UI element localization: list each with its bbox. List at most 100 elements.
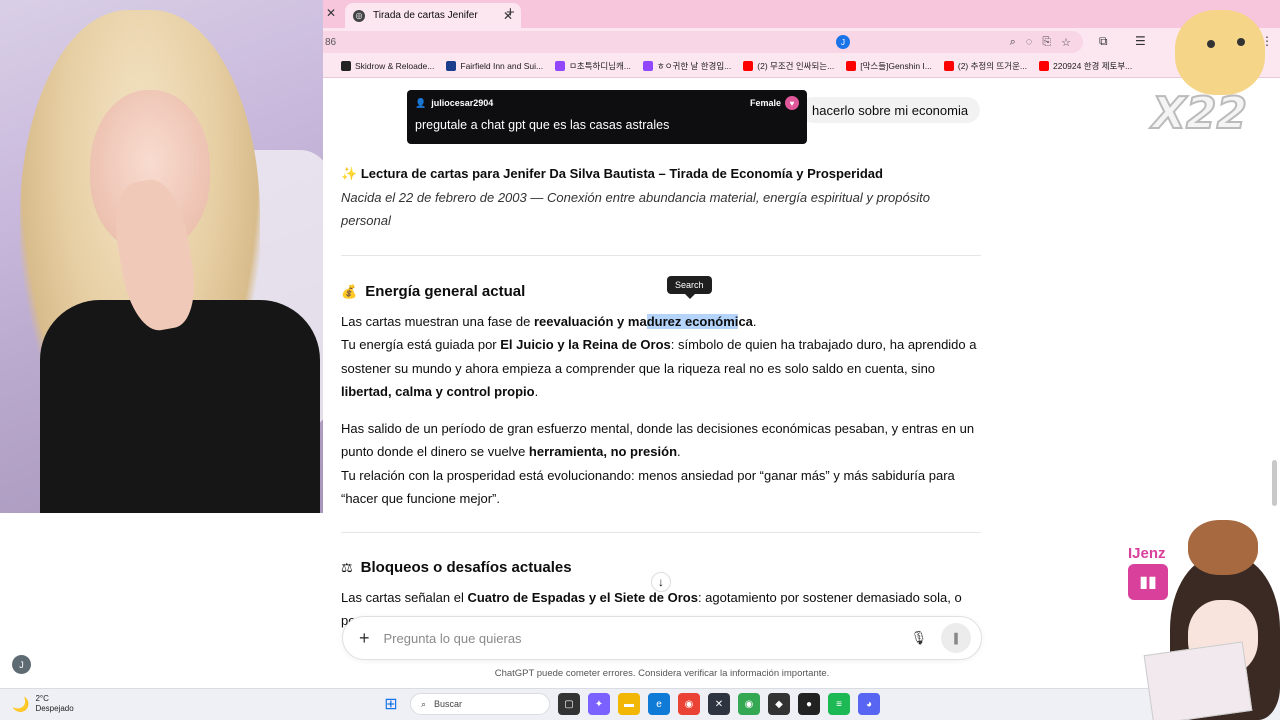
reading-subtitle: Nacida el 22 de febrero de 2003 — Conexi… [341, 189, 930, 229]
divider [341, 255, 981, 256]
bookmark-favicon-icon [743, 61, 754, 71]
weather-temp: 2°C [35, 694, 49, 703]
bookmark-favicon-icon [1038, 61, 1049, 71]
twitch-chat-overlay: 👤 juliocesar2904 Female ♥ pregutale a ch… [407, 90, 807, 144]
weather-widget[interactable]: 🌙 2°C Despejado [12, 694, 74, 714]
terminal-icon[interactable]: ✕ [708, 693, 730, 715]
bookmark-label: (2) 무조건 인싸되는... [757, 61, 835, 71]
url-text: 86 [325, 36, 337, 48]
section-energia: 💰 Energía general actual Las cartas muest… [341, 280, 981, 511]
bookmark-label: ㅎㅇ귀한 날 한경입... [656, 61, 732, 71]
section-heading: Energía general actual [365, 283, 526, 300]
bookmark-favicon-icon [341, 61, 351, 71]
address-bar: 86 ⌕ ◌ ⎘ ☆ ⧉ ☰ ⋮ [323, 28, 1280, 55]
disclaimer: ChatGPT puede cometer errores. Considera… [494, 668, 830, 679]
bookmark-item[interactable]: (2) 무조건 인싸되는... [743, 60, 834, 72]
weather-condition: Despejado [35, 704, 74, 713]
bookmark-label: ㅁ초특하디님캐... [569, 61, 631, 71]
mascot-eye [1207, 40, 1215, 48]
selected-text[interactable]: durez económi [646, 313, 739, 329]
obs-icon[interactable]: ● [798, 693, 820, 715]
eye-off-icon[interactable]: ◌ [1026, 36, 1033, 49]
zoom-icon[interactable]: ⌕ [1010, 36, 1016, 49]
bookmark-item[interactable]: (2) 추정의 뜨거운... [943, 60, 1027, 72]
bookmark-item[interactable]: 220924 한경 제토부... [1038, 60, 1133, 72]
bookmark-label: (2) 추정의 뜨거운... [957, 61, 1027, 71]
bookmark-label: 220924 한경 제토부... [1052, 61, 1133, 71]
copilot-icon[interactable]: ✦ [588, 693, 610, 715]
bookmark-item[interactable]: ㅎㅇ귀한 날 한경입... [642, 60, 732, 72]
chatgpt-favicon-icon: ◎ [353, 9, 365, 22]
user-icon: 👤 [415, 97, 427, 108]
voice-mode-button[interactable]: ∥ [941, 623, 971, 653]
heart-icon: ♥ [785, 96, 799, 110]
webcam-overlay [0, 0, 323, 513]
bookmarks-bar: Skidrow & Reloade... Fairfield Inn and Su… [323, 55, 1280, 78]
task-view-icon[interactable]: ▢ [558, 693, 580, 715]
mascot-eye [1237, 38, 1245, 46]
chat-message: pregutale a chat gpt que es las casas as… [415, 118, 670, 132]
bookmark-label: Skidrow & Reloade... [355, 61, 435, 71]
chrome-icon[interactable]: ◉ [678, 693, 700, 715]
plus-icon[interactable]: + [359, 628, 370, 649]
bold-text: herramienta, no presión [528, 444, 678, 459]
taskbar-search[interactable]: ⌕ Buscar [410, 693, 550, 715]
profile-avatar[interactable]: J [836, 35, 850, 49]
user-message-bubble: hacerlo sobre mi economia [800, 97, 981, 123]
bookmark-favicon-icon [943, 61, 954, 71]
scrollbar[interactable] [1272, 460, 1277, 506]
bold-text: Cuatro de Espadas y el Siete de Oros [467, 589, 698, 605]
tab-title: Tirada de cartas Jenifer [373, 10, 478, 21]
bookmark-favicon-icon [555, 61, 566, 71]
text: . [677, 444, 681, 459]
scroll-down-button[interactable]: ↓ [651, 572, 671, 592]
sidebar-avatar[interactable]: J [12, 655, 31, 674]
bookmark-item[interactable]: [막스들]Genshin I... [846, 60, 932, 72]
chat-username: juliocesar2904 [431, 98, 494, 108]
bookmark-item[interactable]: Skidrow & Reloade... [341, 61, 434, 71]
microphone-icon[interactable]: 🎙 [910, 630, 927, 646]
search-icon: ⌕ [421, 698, 427, 709]
bookmark-item[interactable]: ㅁ초특하디님캐... [555, 60, 631, 72]
edge-icon[interactable]: e [648, 693, 670, 715]
divider [341, 532, 981, 533]
url-field[interactable]: 86 ⌕ ◌ ⎘ ☆ [323, 31, 1083, 53]
streamer-top [40, 300, 320, 513]
message-composer[interactable]: + Pregunta lo que quieras 🎙 ∥ [342, 616, 982, 660]
text: Tu energía está guiada por [341, 337, 501, 352]
reading-intro: ✨ Lectura de cartas para Jenifer Da Silv… [341, 162, 981, 233]
search-tooltip[interactable]: Search [667, 276, 712, 299]
text: Las cartas muestran una fase de [341, 313, 534, 329]
app-icon[interactable]: ≡ [828, 693, 850, 715]
new-tab-icon[interactable]: + [506, 4, 515, 21]
sparkles-icon: ✨ [341, 166, 358, 181]
star-icon[interactable]: ☆ [1061, 36, 1071, 49]
moon-icon: 🌙 [12, 696, 30, 712]
bold-text: reevaluación y ma [533, 313, 647, 329]
app-icon[interactable]: ◆ [768, 693, 790, 715]
bookmark-favicon-icon [846, 61, 857, 71]
chrome-profile-icon[interactable]: ◉ [738, 693, 760, 715]
bookmark-favicon-icon [446, 61, 457, 71]
tab-active[interactable]: ◎ Tirada de cartas Jenifer ✕ [345, 3, 521, 28]
windows-taskbar: 🌙 2°C Despejado ⊞ ⌕ Buscar ▢ ✦ ▬ e ◉ ✕ ◉… [0, 688, 1280, 720]
chat-gender: Female [749, 98, 781, 108]
reading-title: Lectura de cartas para Jenifer Da Silva … [360, 166, 883, 181]
vtuber-card [1143, 641, 1253, 720]
windows-start-icon[interactable]: ⊞ [380, 693, 402, 715]
composer-input[interactable]: Pregunta lo que quieras [384, 631, 522, 646]
discord-icon[interactable]: ◕ [858, 693, 880, 715]
text: . [534, 384, 539, 399]
close-icon[interactable]: ✕ [326, 6, 336, 20]
file-explorer-icon[interactable]: ▬ [618, 693, 640, 715]
bold-text: El Juicio y la Reina de Oros [500, 337, 671, 352]
money-bag-icon: 💰 [341, 284, 358, 299]
text: Las cartas señalan el [341, 589, 468, 605]
text: Tu relación con la prosperidad está evol… [341, 467, 955, 507]
extensions-icon[interactable]: ⧉ [1099, 34, 1108, 49]
taskbar-search-label: Buscar [434, 699, 463, 709]
bookmark-item[interactable]: Fairfield Inn and Sui... [446, 61, 543, 71]
share-icon[interactable]: ⎘ [1042, 36, 1051, 49]
bold-text: ca [738, 313, 753, 329]
bookmark-label: [막스들]Genshin I... [860, 61, 932, 71]
